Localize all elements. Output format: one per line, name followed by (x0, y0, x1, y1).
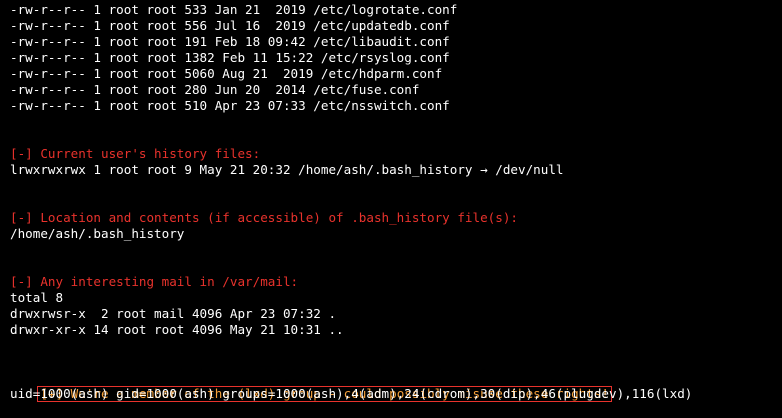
conf-file-line: -rw-r--r-- 1 root root 5060 Aug 21 2019 … (10, 66, 443, 81)
bash-history-path: /home/ash/.bash_history (10, 226, 185, 241)
conf-file-line: -rw-r--r-- 1 root root 533 Jan 21 2019 /… (10, 2, 458, 17)
mail-line: total 8 (10, 290, 64, 305)
bash-history-header: [-] Location and contents (if accessible… (10, 210, 518, 225)
mail-line: drwxr-xr-x 14 root root 4096 May 21 10:3… (10, 322, 344, 337)
conf-file-line: -rw-r--r-- 1 root root 1382 Feb 11 15:22… (10, 50, 450, 65)
history-files-header: [-] Current user's history files: (10, 146, 261, 161)
conf-file-line: -rw-r--r-- 1 root root 510 Apr 23 07:33 … (10, 98, 450, 113)
conf-file-line: -rw-r--r-- 1 root root 556 Jul 16 2019 /… (10, 18, 450, 33)
lxd-header-row: [+] We're a member of the (lxd) group - … (10, 370, 782, 402)
history-file-line: lrwxrwxrwx 1 root root 9 May 21 20:32 /h… (10, 162, 564, 177)
id-output-line: uid=1000(ash) gid=1000(ash) groups=1000(… (10, 386, 693, 401)
terminal-output[interactable]: -rw-r--r-- 1 root root 533 Jan 21 2019 /… (10, 2, 782, 402)
conf-file-line: -rw-r--r-- 1 root root 191 Feb 18 09:42 … (10, 34, 450, 49)
conf-file-line: -rw-r--r-- 1 root root 280 Jun 20 2014 /… (10, 82, 420, 97)
mail-header: [-] Any interesting mail in /var/mail: (10, 274, 299, 289)
mail-line: drwxrwsr-x 2 root mail 4096 Apr 23 07:32… (10, 306, 337, 321)
